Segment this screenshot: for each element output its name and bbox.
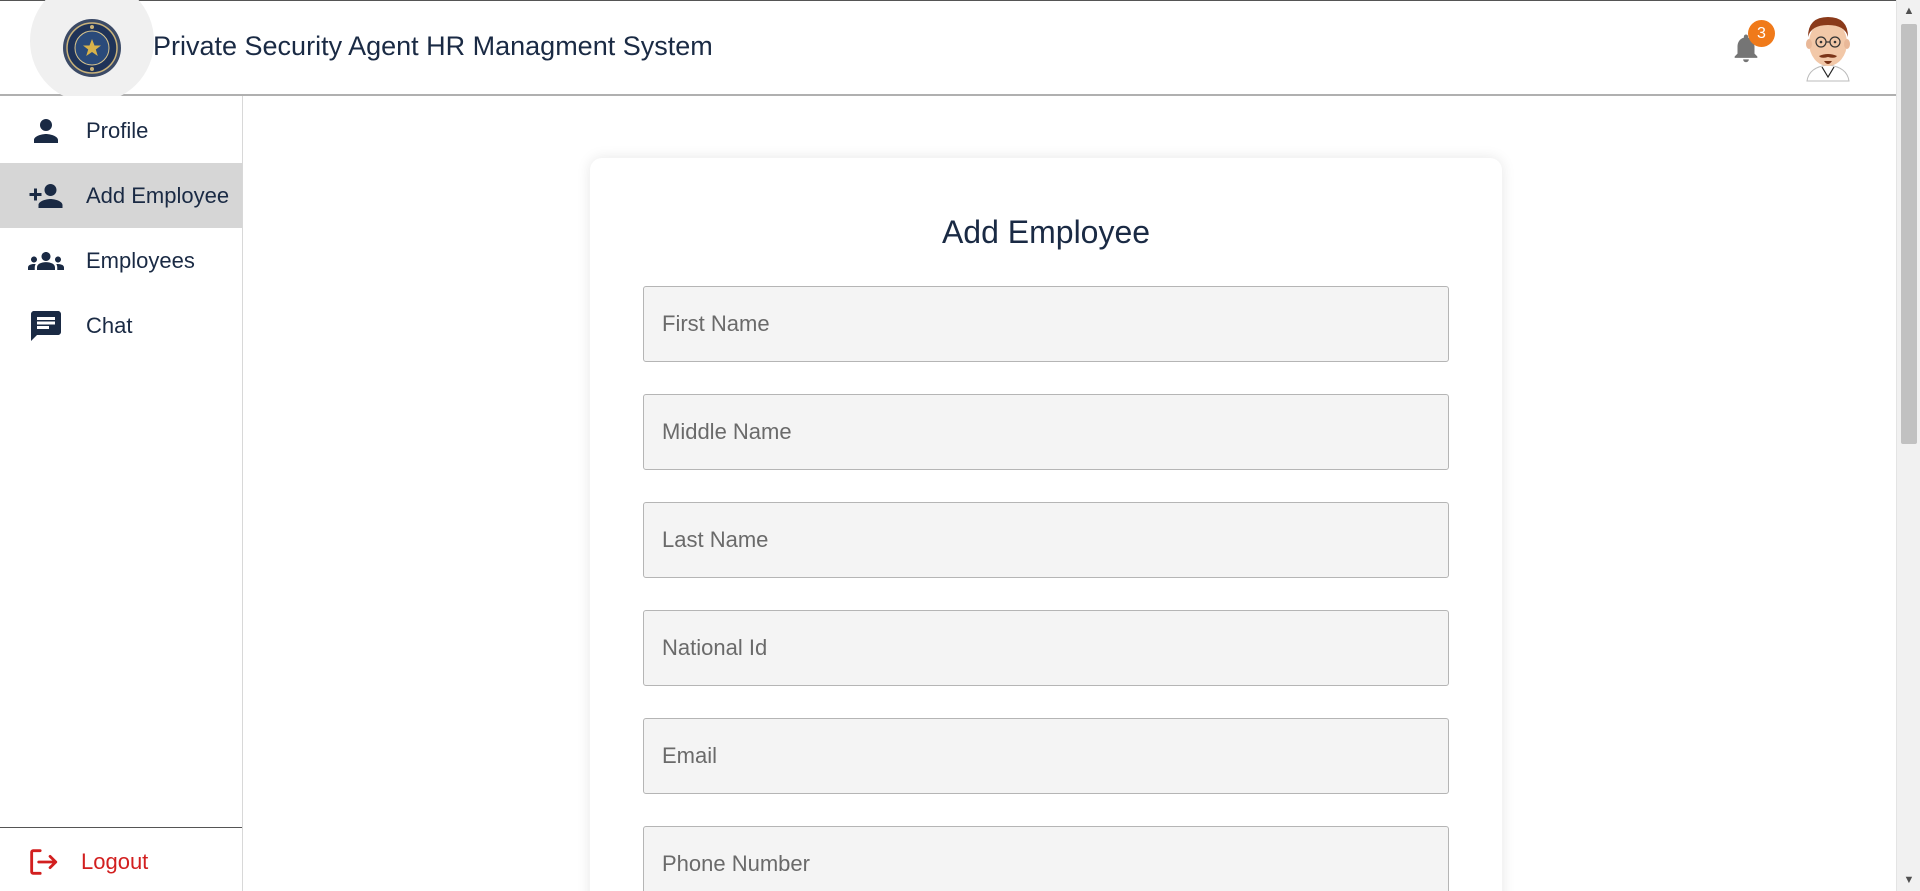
form-title: Add Employee [941, 214, 1151, 250]
sidebar-item-employees[interactable]: Employees [0, 228, 242, 293]
sidebar-item-label: Add Employee [86, 182, 230, 208]
group-icon [28, 251, 64, 270]
sidebar-item-add-employee[interactable]: Add Employee [0, 163, 242, 228]
scrollbar-thumb[interactable] [1901, 24, 1917, 444]
logout-button[interactable]: Logout [0, 834, 242, 890]
sidebar-item-label: Chat [86, 312, 133, 338]
national-id-field[interactable] [643, 610, 1449, 686]
email-field[interactable] [643, 718, 1449, 794]
add-employee-form: Add Employee [590, 158, 1502, 891]
chat-icon [31, 310, 61, 341]
page-scrollbar[interactable]: ▲ ▼ [1896, 0, 1920, 891]
sidebar: Profile Add Employee Employees Chat Logo… [0, 96, 243, 891]
sidebar-item-label: Employees [86, 247, 195, 273]
logout-icon [30, 849, 58, 875]
middle-name-field[interactable] [643, 394, 1449, 470]
app-title: Private Security Agent HR Managment Syst… [153, 31, 713, 61]
last-name-field[interactable] [643, 502, 1449, 578]
scroll-down-arrow-icon[interactable]: ▼ [1897, 871, 1920, 889]
person-icon [34, 118, 58, 143]
logout-label: Logout [81, 849, 149, 874]
phone-number-field[interactable] [643, 826, 1449, 891]
sidebar-item-chat[interactable]: Chat [0, 293, 242, 358]
first-name-field[interactable] [643, 286, 1449, 362]
user-avatar[interactable] [1795, 11, 1861, 83]
person-add-icon [29, 183, 63, 208]
sidebar-item-label: Profile [86, 117, 149, 143]
police-badge-seal-icon[interactable] [62, 18, 122, 78]
sidebar-item-profile[interactable]: Profile [0, 98, 242, 163]
scroll-up-arrow-icon[interactable]: ▲ [1897, 2, 1920, 20]
sidebar-divider [0, 827, 242, 828]
top-header: Private Security Agent HR Managment Syst… [0, 0, 1896, 103]
notification-badge: 3 [1748, 20, 1775, 47]
